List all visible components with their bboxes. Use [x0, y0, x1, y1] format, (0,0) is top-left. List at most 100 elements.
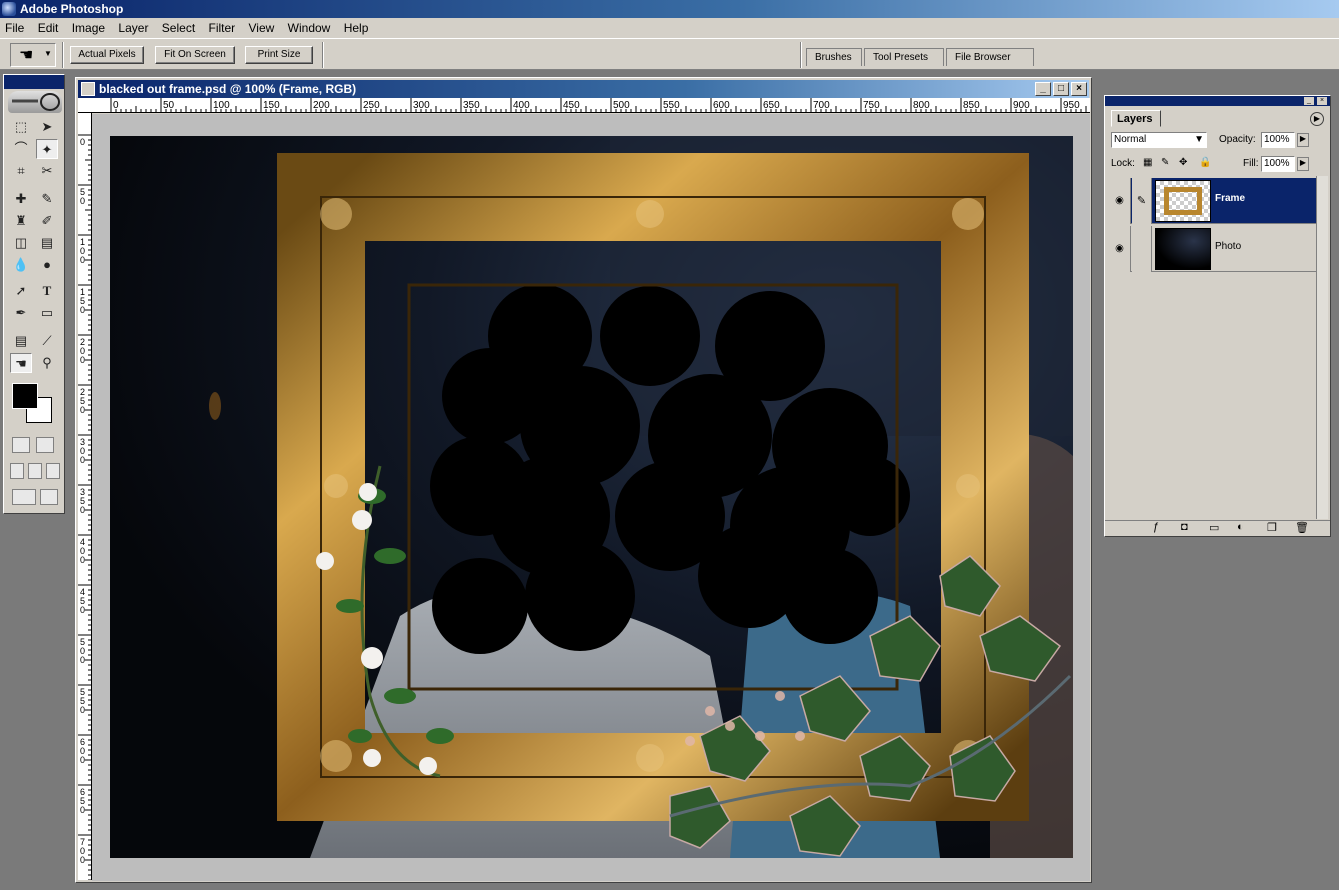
ruler-h-label: 300 — [413, 100, 430, 111]
zoom-icon[interactable]: ⚲ — [36, 353, 58, 373]
fill-slider-arrow[interactable]: ▶ — [1297, 157, 1309, 171]
menu-filter[interactable]: Filter — [204, 18, 241, 38]
type-icon[interactable]: T — [36, 281, 58, 301]
blend-mode-select[interactable]: Normal ▼ — [1111, 132, 1207, 148]
screen-mode-standard-icon[interactable] — [10, 463, 24, 479]
image-canvas[interactable] — [110, 136, 1073, 858]
menu-edit[interactable]: Edit — [33, 18, 64, 38]
blur-icon[interactable]: 💧 — [10, 255, 32, 275]
layer-style-icon[interactable]: ƒ — [1153, 521, 1159, 533]
menu-image[interactable]: Image — [67, 18, 110, 38]
eye-icon[interactable]: ◉ — [1109, 226, 1131, 272]
menu-file[interactable]: File — [0, 18, 29, 38]
new-group-icon[interactable]: ▭ — [1209, 521, 1219, 534]
opacity-input[interactable]: 100% — [1261, 132, 1295, 148]
standard-mode-icon[interactable] — [12, 437, 30, 453]
maximize-button[interactable]: □ — [1053, 82, 1069, 96]
brush-link-icon[interactable] — [1132, 226, 1152, 272]
menu-layer[interactable]: Layer — [113, 18, 153, 38]
ruler-v-label: 600 — [80, 737, 85, 765]
layer-row-photo[interactable]: ◉ Photo — [1109, 226, 1317, 272]
quick-mask-icon[interactable] — [36, 437, 54, 453]
ruler-v-label: 200 — [80, 337, 85, 365]
hand-icon[interactable]: ☚ — [10, 353, 32, 373]
screen-mode-full-icon[interactable] — [46, 463, 60, 479]
pen-icon[interactable]: ✒ — [10, 303, 32, 323]
document-window: blacked out frame.psd @ 100% (Frame, RGB… — [75, 77, 1092, 883]
document-icon — [81, 82, 95, 96]
layers-scrollbar[interactable] — [1316, 176, 1328, 519]
layer-mask-icon[interactable]: ◘ — [1181, 521, 1188, 533]
ruler-origin[interactable] — [78, 98, 92, 113]
slice-icon[interactable]: ✂ — [36, 161, 58, 181]
lasso-icon[interactable]: ⌒ — [10, 139, 32, 159]
tool-preset-picker[interactable]: ☚ ▼ — [10, 43, 56, 67]
magic-wand-icon[interactable]: ✦ — [36, 139, 58, 159]
trash-icon[interactable]: 🗑 — [1295, 521, 1309, 534]
history-brush-icon[interactable]: ✐ — [36, 211, 58, 231]
canvas-area[interactable] — [92, 114, 1090, 881]
jump-to-imageready-icon[interactable] — [12, 489, 36, 505]
eye-icon[interactable]: ◉ — [1109, 178, 1131, 224]
layer-name[interactable]: Frame — [1215, 193, 1245, 204]
notes-icon[interactable]: ▤ — [10, 331, 32, 351]
stamp-icon[interactable]: ♜ — [10, 211, 32, 231]
crop-icon[interactable]: ⌗ — [10, 161, 32, 181]
gradient-icon[interactable]: ▤ — [36, 233, 58, 253]
menu-help[interactable]: Help — [339, 18, 374, 38]
brush-icon[interactable]: ✎ — [36, 189, 58, 209]
layers-title-bar[interactable]: _ × — [1105, 96, 1330, 106]
dodge-icon[interactable]: ● — [36, 255, 58, 275]
layer-row-frame[interactable]: ◉ ✎ Frame — [1109, 178, 1317, 224]
ruler-v-label: 350 — [80, 487, 85, 515]
shape-icon[interactable]: ▭ — [36, 303, 58, 323]
ruler-v-label: 0 — [80, 137, 85, 147]
eyedropper-icon[interactable]: ⟋ — [36, 331, 58, 351]
layer-name[interactable]: Photo — [1215, 241, 1241, 252]
adobe-online-eye-icon[interactable] — [8, 91, 62, 113]
brush-link-icon[interactable]: ✎ — [1132, 178, 1152, 224]
separator — [62, 42, 64, 68]
lock-transparency-icon[interactable]: ▦ — [1143, 157, 1152, 168]
menu-select[interactable]: Select — [157, 18, 200, 38]
palette-menu-icon[interactable]: ▶ — [1310, 112, 1324, 126]
opacity-slider-arrow[interactable]: ▶ — [1297, 133, 1309, 147]
fill-input[interactable]: 100% — [1261, 156, 1295, 172]
fit-on-screen-button[interactable]: Fit On Screen — [155, 46, 235, 64]
imageready-icon[interactable] — [40, 489, 58, 505]
tab-file-browser[interactable]: File Browser — [946, 48, 1034, 66]
foreground-color-swatch[interactable] — [12, 383, 38, 409]
ruler-h-label: 500 — [613, 100, 630, 111]
ruler-h-label: 650 — [763, 100, 780, 111]
vertical-ruler-ticks: 0 5 0 1 0 0 1 5 0 2 0 0 2 5 0 3 0 0 3 5 0 4 0 0 4 5 0 5 0 0 5 5 0 6 0 0 6 5 0 7… — [78, 134, 91, 880]
vertical-ruler[interactable]: 0 50 100 150 200 250 300 350 400 450 500 550 600 650 7… — [78, 113, 92, 880]
layers-palette: _ × Layers ▶ Normal ▼ Opacity: 100% ▶ Lo… — [1104, 95, 1331, 537]
lock-position-icon[interactable]: ✥ — [1179, 157, 1187, 168]
close-button[interactable]: × — [1317, 97, 1327, 105]
lock-all-icon[interactable]: 🔒 — [1199, 157, 1211, 168]
marquee-icon[interactable]: ⬚ — [10, 117, 32, 137]
close-button[interactable]: × — [1071, 82, 1087, 96]
separator — [322, 42, 324, 68]
move-icon[interactable]: ➤ — [36, 117, 58, 137]
actual-pixels-button[interactable]: Actual Pixels — [70, 46, 144, 64]
tab-tool-presets[interactable]: Tool Presets — [864, 48, 944, 66]
screen-mode-full-menu-icon[interactable] — [28, 463, 42, 479]
minimize-button[interactable]: _ — [1035, 82, 1051, 96]
healing-icon[interactable]: ✚ — [10, 189, 32, 209]
path-select-icon[interactable]: ➚ — [10, 281, 32, 301]
document-title-bar[interactable]: blacked out frame.psd @ 100% (Frame, RGB… — [78, 80, 1089, 98]
tab-brushes[interactable]: Brushes — [806, 48, 862, 66]
new-layer-icon[interactable]: ❐ — [1267, 521, 1277, 534]
minimize-button[interactable]: _ — [1304, 97, 1314, 105]
tab-layers[interactable]: Layers — [1111, 110, 1161, 127]
ruler-v-label: 500 — [80, 637, 85, 665]
eraser-icon[interactable]: ◫ — [10, 233, 32, 253]
menu-view[interactable]: View — [244, 18, 280, 38]
ruler-h-label: 600 — [713, 100, 730, 111]
menu-window[interactable]: Window — [283, 18, 336, 38]
print-size-button[interactable]: Print Size — [245, 46, 313, 64]
horizontal-ruler[interactable]: 0 50 100 150 200 250 300 350 400 450 500 550 600 650 7… — [91, 98, 1090, 113]
adjustment-layer-icon[interactable]: ◐ — [1237, 521, 1244, 533]
lock-image-icon[interactable]: ✎ — [1161, 157, 1169, 168]
